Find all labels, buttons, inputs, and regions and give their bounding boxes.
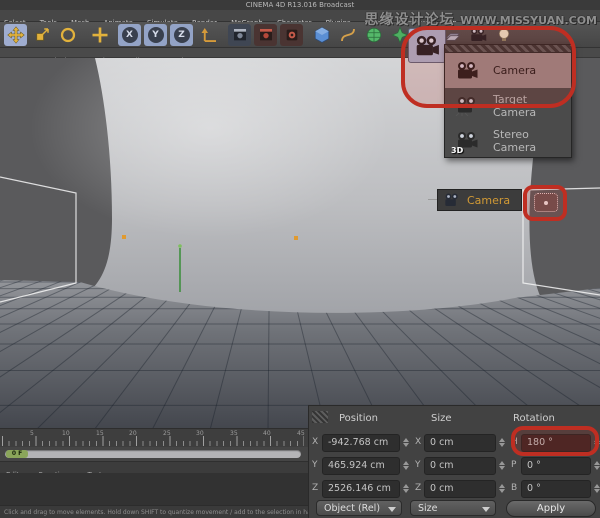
stereo-3d-badge: 3D [451, 146, 463, 155]
x-axis-lock-icon[interactable]: X [118, 24, 141, 46]
object-handle-left[interactable] [122, 235, 126, 239]
rot-h-input[interactable]: 180 ° [521, 434, 591, 452]
popup-item-target-camera[interactable]: Target Camera [445, 88, 571, 123]
ruler-major-ticks [2, 436, 304, 446]
size-mode-dropdown[interactable]: Size [410, 500, 496, 516]
camera-object-icon [443, 193, 461, 207]
pos-z-input[interactable]: 2526.146 cm [322, 480, 400, 498]
position-header: Position [339, 413, 378, 424]
camera-type-popup: Camera Target Camera 3D Stereo Camera [444, 44, 572, 158]
timeline-track[interactable] [5, 450, 301, 458]
popup-tearoff-strip[interactable] [445, 45, 571, 53]
object-handle-right[interactable] [294, 236, 298, 240]
size-header: Size [431, 413, 452, 424]
coord-row-3: Z 2526.146 cm Z 0 cm B 0 ° [309, 480, 600, 498]
add-cube-icon[interactable] [310, 24, 333, 46]
rot-b-label: B [511, 483, 517, 493]
pos-y-spinner[interactable] [402, 460, 410, 472]
rot-b-input[interactable]: 0 ° [521, 480, 591, 498]
pos-y-input[interactable]: 465.924 cm [322, 457, 400, 475]
rot-b-spinner[interactable] [593, 483, 600, 495]
render-settings-icon[interactable] [280, 24, 303, 46]
coordinates-panel: Position Size Rotation X -942.768 cm X 0… [308, 405, 600, 518]
timeline-slider[interactable]: 0 F [0, 447, 308, 461]
coord-row-2: Y 465.924 cm Y 0 cm P 0 ° [309, 457, 600, 475]
timeline-ruler[interactable]: 5 10 15 20 25 30 35 40 45 [0, 428, 308, 447]
chevron-down-icon [388, 507, 396, 512]
chevron-down-icon [482, 507, 490, 512]
render-region-icon[interactable] [254, 24, 277, 46]
rotate-tool-icon[interactable] [56, 24, 79, 46]
z-axis-lock-icon[interactable]: Z [170, 24, 193, 46]
camera-view-toggle-icon[interactable] [534, 193, 558, 212]
mode-dropdown-value: Object (Rel) [324, 503, 380, 514]
size-dropdown-value: Size [418, 503, 438, 514]
pos-z-spinner[interactable] [402, 483, 410, 495]
move-tool-icon[interactable] [4, 24, 27, 46]
pos-x-spinner[interactable] [402, 437, 410, 449]
camera-icon [414, 34, 440, 58]
mode-dropdown[interactable]: Object (Rel) [316, 500, 402, 516]
size-z-spinner[interactable] [498, 483, 506, 495]
cinema4d-window: CINEMA 4D R13.016 Broadcast Select Tools… [0, 0, 600, 518]
coordinate-system-icon[interactable] [198, 24, 221, 46]
size-z-input[interactable]: 0 cm [424, 480, 496, 498]
stereo-camera-icon: 3D [455, 131, 479, 151]
popup-item-label: Camera [493, 64, 536, 77]
object-tree-branch-line [428, 199, 437, 200]
pos-x-label: X [312, 437, 318, 447]
size-y-input[interactable]: 0 cm [424, 457, 496, 475]
object-name-label: Camera [467, 194, 510, 207]
popup-item-label: Stereo Camera [493, 128, 571, 154]
panel-drag-handle[interactable] [312, 411, 328, 423]
pos-z-label: Z [312, 483, 318, 493]
rot-p-label: P [511, 460, 516, 470]
camera-flyout-button[interactable] [408, 28, 446, 63]
material-manager-area[interactable] [0, 473, 308, 505]
add-spline-icon[interactable] [336, 24, 359, 46]
rot-p-spinner[interactable] [593, 460, 600, 472]
current-frame-marker[interactable]: 0 F [6, 450, 28, 458]
size-y-spinner[interactable] [498, 460, 506, 472]
watermark-text: 思缘设计论坛 WWW.MISSYUAN.COM [365, 9, 597, 29]
popup-item-camera[interactable]: Camera [445, 53, 571, 88]
render-view-icon[interactable] [228, 24, 251, 46]
apply-button[interactable]: Apply [506, 500, 596, 517]
material-manager-menu: Edit Function Texture [0, 461, 308, 473]
y-axis-lock-icon[interactable]: Y [144, 24, 167, 46]
rot-h-spinner[interactable] [593, 437, 600, 449]
pos-x-input[interactable]: -942.768 cm [322, 434, 400, 452]
size-y-label: Y [415, 460, 421, 470]
scale-tool-icon[interactable] [30, 24, 53, 46]
pos-y-label: Y [312, 460, 318, 470]
y-axis-tip [178, 244, 182, 248]
size-x-label: X [415, 437, 421, 447]
popup-item-stereo-camera[interactable]: 3D Stereo Camera [445, 123, 571, 158]
coord-row-1: X -942.768 cm X 0 cm H 180 ° [309, 434, 600, 452]
popup-item-label: Target Camera [493, 93, 571, 119]
target-camera-icon [455, 96, 479, 116]
size-x-spinner[interactable] [498, 437, 506, 449]
camera-icon [455, 61, 479, 81]
rot-h-label: H [511, 437, 518, 447]
last-tool-icon[interactable] [88, 24, 111, 46]
size-z-label: Z [415, 483, 421, 493]
rotation-header: Rotation [513, 413, 555, 424]
object-manager-camera-row[interactable]: Camera [437, 189, 522, 211]
size-x-input[interactable]: 0 cm [424, 434, 496, 452]
rot-p-input[interactable]: 0 ° [521, 457, 591, 475]
